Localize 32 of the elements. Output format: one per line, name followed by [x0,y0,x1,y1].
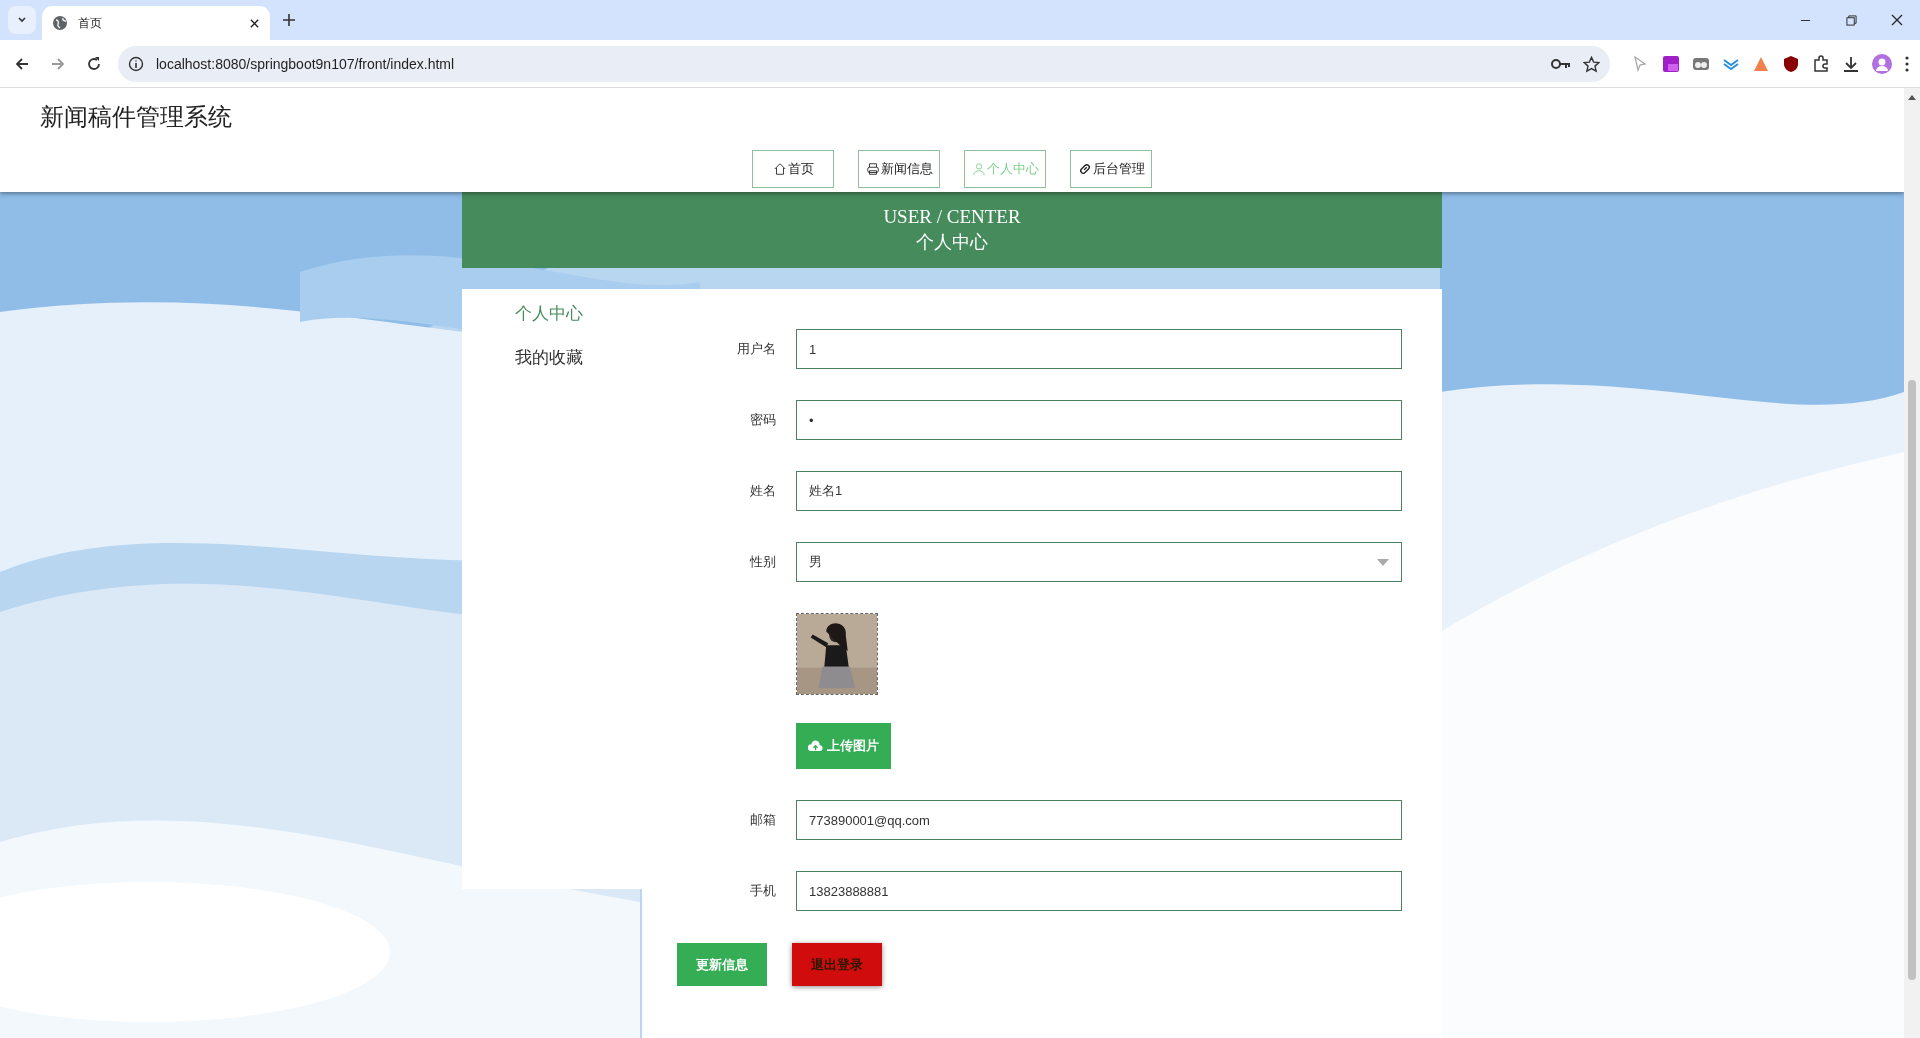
tab-title: 首页 [78,14,103,32]
nav-button[interactable]: 新闻信息 [858,150,940,188]
extension-icon[interactable] [1662,55,1680,73]
globe-icon [52,15,68,31]
close-icon[interactable] [249,17,260,29]
reload-icon[interactable] [86,56,102,72]
puzzle-icon[interactable] [1812,55,1830,73]
back-icon[interactable] [14,56,30,72]
restore-icon[interactable] [1845,14,1857,26]
site-title: 新闻稿件管理系统 [39,102,233,133]
star-icon[interactable] [1583,55,1600,73]
close-icon[interactable] [1891,14,1903,26]
avatar-icon[interactable] [1872,54,1892,74]
extension-icon[interactable] [1752,55,1770,73]
browser-tab[interactable]: 首页 [42,6,270,40]
home-icon [772,162,787,176]
download-icon[interactable] [1842,55,1860,73]
extension-icon[interactable] [1692,55,1710,73]
shield-icon[interactable] [1782,55,1800,73]
forward-icon[interactable] [50,56,66,72]
more-icon[interactable] [1904,55,1910,73]
printer-icon [865,162,880,176]
scroll-up-icon[interactable] [1908,94,1916,100]
link-icon [1077,162,1092,176]
new-tab-icon[interactable] [282,13,296,27]
scrollbar[interactable] [1904,88,1920,1038]
scrollbar-thumb[interactable] [1908,380,1916,980]
nav-button[interactable]: 首页 [752,150,834,188]
nav-button[interactable]: 后台管理 [1070,150,1152,188]
user-icon [971,162,986,176]
info-icon[interactable] [128,56,144,72]
key-icon[interactable] [1551,58,1571,70]
